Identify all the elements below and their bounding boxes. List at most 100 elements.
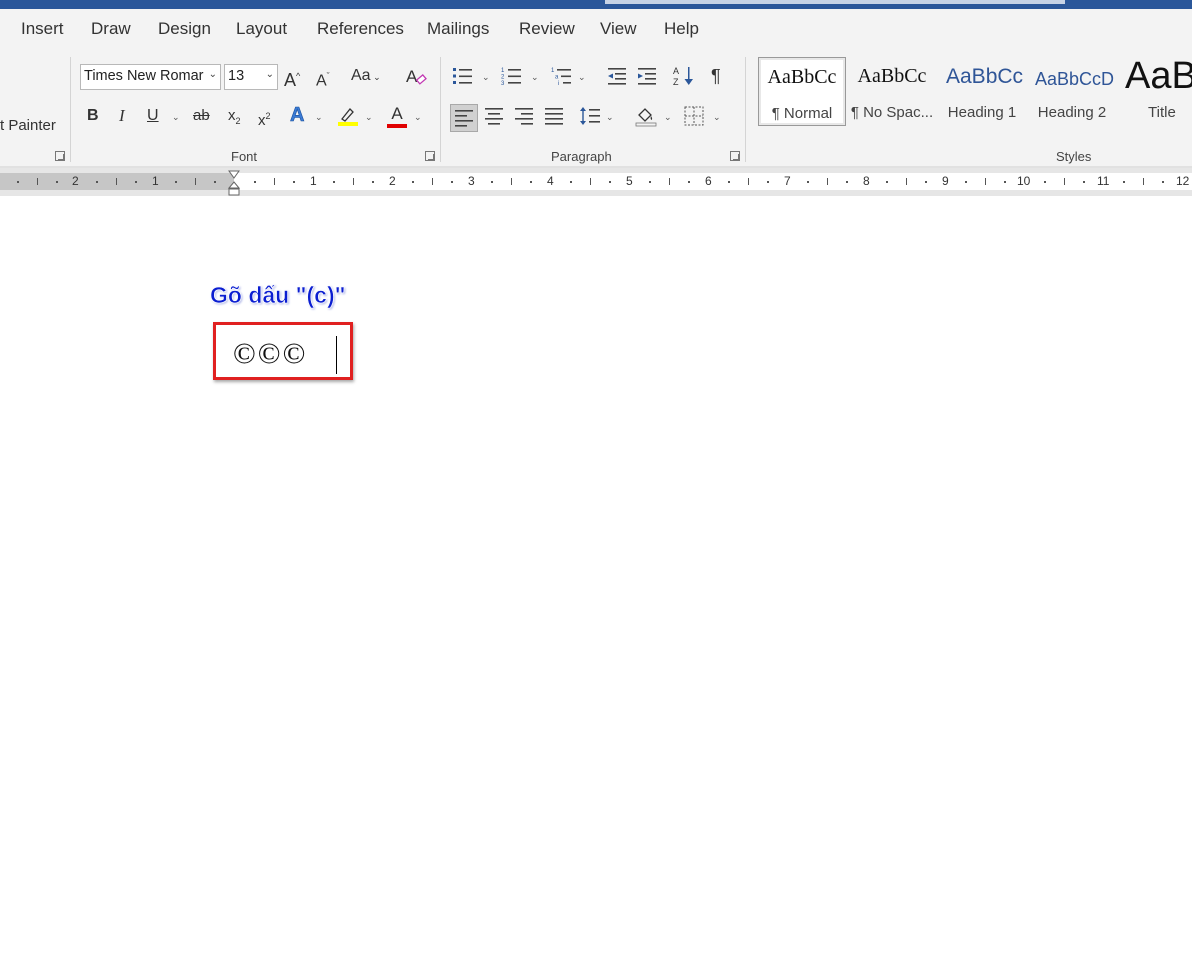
ruler-tick [906, 178, 907, 185]
ruler-number: 2 [389, 174, 396, 188]
ruler-tick [353, 178, 354, 185]
horizontal-ruler[interactable]: 2 1 1 2 3 4 5 6 7 8 9 10 11 12 [0, 168, 1192, 196]
line-spacing-button[interactable] [579, 106, 601, 130]
chevron-down-icon[interactable]: ⌄ [482, 72, 490, 83]
align-center-button[interactable] [484, 107, 504, 131]
multilevel-list-button[interactable]: 1 a i [551, 66, 573, 90]
clipboard-dialog-launcher[interactable] [55, 151, 65, 161]
font-color-button[interactable]: A [386, 103, 408, 128]
tab-draw[interactable]: Draw [91, 19, 131, 39]
strikethrough-button[interactable]: ab [193, 105, 210, 129]
ruler-dot [1162, 181, 1164, 183]
tab-references[interactable]: References [317, 19, 404, 39]
group-separator [70, 57, 71, 162]
highlight-color-button[interactable] [337, 105, 359, 129]
ruler-dot [609, 181, 611, 183]
font-size-value: 13 [228, 68, 245, 84]
decrease-indent-button[interactable] [606, 66, 628, 90]
style-normal[interactable]: AaBbCc ¶ Normal [758, 57, 846, 126]
chevron-down-icon[interactable]: ⌄ [713, 112, 721, 123]
line-spacing-icon [580, 107, 600, 125]
style-title[interactable]: AaB Title [1118, 55, 1192, 126]
chevron-down-icon[interactable]: ⌄ [315, 112, 323, 123]
tab-view[interactable]: View [600, 19, 637, 39]
ruler-dot [846, 181, 848, 183]
search-box[interactable] [605, 0, 1065, 4]
tab-layout[interactable]: Layout [236, 19, 287, 39]
chevron-down-icon[interactable]: ⌄ [606, 112, 614, 123]
chevron-down-icon[interactable]: ⌄ [664, 112, 672, 123]
tab-design[interactable]: Design [158, 19, 211, 39]
shrink-font-button[interactable]: Aˇ [316, 65, 330, 89]
subscript-button[interactable]: x2 [228, 105, 241, 129]
sort-button[interactable]: A Z [672, 65, 696, 89]
bullets-button[interactable] [452, 66, 474, 90]
ruler-number: 8 [863, 174, 870, 188]
bold-button[interactable]: B [87, 105, 99, 129]
font-name-combo[interactable]: Times New Romar ⌄ [80, 64, 221, 90]
align-right-button[interactable] [514, 107, 534, 131]
ruler-dot [96, 181, 98, 183]
tab-insert[interactable]: Insert [21, 19, 64, 39]
svg-text:A: A [673, 66, 679, 76]
chevron-down-icon: ⌄ [208, 69, 217, 80]
font-size-combo[interactable]: 13 ⌄ [224, 64, 278, 90]
ruler-dot [1004, 181, 1006, 183]
indent-marker[interactable] [228, 170, 240, 196]
ruler-number: 1 [310, 174, 317, 188]
align-left-button[interactable] [450, 104, 478, 132]
document-text[interactable]: ©©© [233, 337, 307, 371]
tab-help[interactable]: Help [664, 19, 699, 39]
ruler-number: 12 [1176, 174, 1190, 188]
svg-text:3: 3 [501, 81, 505, 86]
ruler-dot [1044, 181, 1046, 183]
style-heading-2[interactable]: AaBbCcD Heading 2 [1028, 57, 1116, 126]
justify-button[interactable] [544, 107, 564, 131]
ruler-dot [688, 181, 690, 183]
ribbon-tabs: Insert Draw Design Layout References Mai… [0, 9, 1192, 51]
change-case-button[interactable]: Aa ⌄ [351, 65, 381, 89]
numbering-button[interactable]: 1 2 3 [501, 66, 523, 90]
paint-bucket-icon [635, 108, 657, 127]
superscript-button[interactable]: x2 [258, 105, 271, 129]
ruler-dot [925, 181, 927, 183]
chevron-down-icon[interactable]: ⌄ [414, 112, 422, 123]
tab-mailings[interactable]: Mailings [427, 19, 489, 39]
tab-review[interactable]: Review [519, 19, 575, 39]
grow-font-button[interactable]: A^ [284, 65, 300, 90]
ruler-dot [254, 181, 256, 183]
show-formatting-marks-button[interactable]: ¶ [711, 65, 721, 89]
font-dialog-launcher[interactable] [425, 151, 435, 161]
ribbon: t Painter Times New Romar ⌄ 13 ⌄ A^ Aˇ A… [0, 51, 1192, 168]
increase-indent-button[interactable] [636, 66, 658, 90]
ruler-tick [1143, 178, 1144, 185]
chevron-down-icon[interactable]: ⌄ [578, 72, 586, 83]
styles-group-label: Styles [1056, 149, 1092, 164]
ruler-tick [590, 178, 591, 185]
style-heading-1[interactable]: AaBbCc Heading 1 [938, 57, 1026, 126]
ruler-dot [728, 181, 730, 183]
borders-icon [684, 106, 704, 126]
format-painter-button[interactable]: t Painter [0, 117, 56, 134]
ruler-tick [1064, 178, 1065, 185]
chevron-down-icon[interactable]: ⌄ [531, 72, 539, 83]
borders-button[interactable] [684, 106, 704, 130]
ruler-number: 7 [784, 174, 791, 188]
title-bar [0, 0, 1192, 9]
ruler-number: 3 [468, 174, 475, 188]
ruler-tick [827, 178, 828, 185]
ruler-dot [412, 181, 414, 183]
ruler-dot [807, 181, 809, 183]
chevron-down-icon[interactable]: ⌄ [172, 112, 180, 123]
style-no-spacing[interactable]: AaBbCc ¶ No Spac... [848, 57, 936, 126]
shading-button[interactable] [635, 105, 657, 129]
text-effects-button[interactable]: A [290, 104, 305, 128]
chevron-down-icon[interactable]: ⌄ [365, 112, 373, 123]
paragraph-dialog-launcher[interactable] [730, 151, 740, 161]
italic-button[interactable]: I [119, 105, 125, 129]
ruler-tick [195, 178, 196, 185]
clear-formatting-button[interactable]: A [404, 65, 428, 89]
ruler-dot [886, 181, 888, 183]
underline-button[interactable]: U [147, 105, 159, 129]
ruler-dot [649, 181, 651, 183]
